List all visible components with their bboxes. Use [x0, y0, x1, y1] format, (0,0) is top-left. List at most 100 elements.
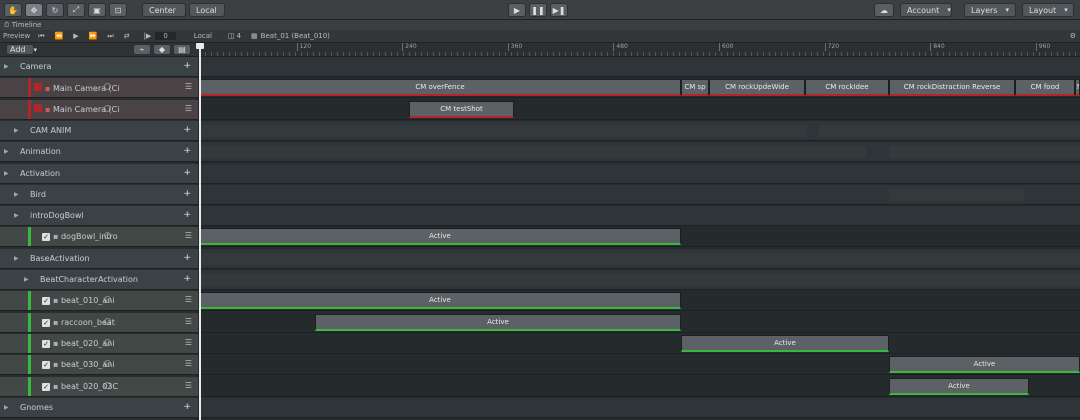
track-group-row[interactable]: ▶ + Bird — [0, 184, 198, 205]
playhead[interactable] — [196, 43, 204, 420]
add-subtrack-button[interactable]: + — [183, 210, 191, 220]
track-row[interactable]: ☰ ✓ ▪ beat_020_03C — [0, 376, 198, 397]
pause-button[interactable]: ❚❚ — [529, 3, 547, 17]
add-subtrack-button[interactable]: + — [183, 146, 191, 156]
add-subtrack-button[interactable]: + — [183, 274, 191, 284]
add-subtrack-button[interactable]: + — [183, 189, 191, 199]
track-row[interactable]: ☰ ✓ ▪ beat_020_ani — [0, 333, 198, 354]
track-enable-checkbox[interactable] — [34, 82, 42, 91]
expand-arrow-icon[interactable]: ▶ — [14, 191, 19, 198]
track-menu-icon[interactable]: ☰ — [185, 381, 192, 390]
expand-arrow-icon[interactable]: ▶ — [14, 255, 19, 262]
add-subtrack-button[interactable]: + — [183, 253, 191, 263]
track-lane[interactable] — [199, 100, 1080, 120]
track-row[interactable]: ☰ ✓ ▪ dogBowl_intro — [0, 227, 198, 248]
loop-icon[interactable]: ⇄ — [124, 32, 130, 40]
activation-clip[interactable]: Active — [889, 377, 1029, 395]
local-toggle[interactable]: Local — [194, 32, 212, 40]
prev-frame-icon[interactable]: ⏪ — [55, 32, 64, 40]
track-lane[interactable] — [199, 206, 1080, 227]
track-row[interactable]: ☰ ▪ Main Camera (Ci — [0, 99, 198, 120]
track-lane[interactable] — [199, 163, 1080, 184]
expand-arrow-icon[interactable]: ▶ — [4, 404, 9, 411]
scale-tool-button[interactable]: ⤢ — [67, 3, 85, 17]
add-track-button[interactable]: Add — [6, 44, 34, 55]
expand-arrow-icon[interactable]: ▶ — [14, 127, 19, 134]
track-enable-checkbox[interactable]: ✓ — [42, 297, 50, 306]
space-toggle[interactable]: Local — [189, 3, 225, 17]
gear-icon[interactable]: ⚙ — [1070, 32, 1076, 40]
lock-button[interactable]: ▤ — [173, 44, 191, 55]
track-group-row[interactable]: ▶ + Camera — [0, 57, 198, 77]
account-dropdown[interactable]: Account — [900, 3, 952, 17]
add-subtrack-button[interactable]: + — [183, 168, 191, 178]
track-group-row[interactable]: ▶ + introDogBowl — [0, 206, 198, 227]
activation-clip[interactable]: Active — [315, 313, 681, 331]
rotate-tool-button[interactable]: ↻ — [46, 3, 64, 17]
track-row[interactable]: ☰ ✓ ▪ raccoon_beat — [0, 312, 198, 333]
pivot-toggle[interactable]: Center — [142, 3, 186, 17]
expand-arrow-icon[interactable]: ▶ — [24, 276, 29, 283]
activation-clip[interactable]: Active — [889, 356, 1080, 374]
expand-arrow-icon[interactable]: ▶ — [4, 170, 9, 177]
layers-dropdown[interactable]: Layers — [964, 3, 1016, 17]
add-subtrack-button[interactable]: + — [183, 61, 191, 71]
next-frame-icon[interactable]: ⏩ — [89, 32, 98, 40]
camera-shot-clip[interactable]: CM rockUpdeWide — [709, 79, 805, 97]
track-row[interactable]: ☰ ✓ ▪ beat_010_ani — [0, 291, 198, 312]
step-button[interactable]: ▶❚ — [550, 3, 568, 17]
track-menu-icon[interactable]: ☰ — [185, 231, 192, 240]
activation-clip[interactable]: Active — [199, 292, 681, 310]
hand-tool-button[interactable]: ✋ — [4, 3, 22, 17]
activation-clip[interactable]: Active — [681, 334, 889, 352]
layout-dropdown[interactable]: Layout — [1022, 3, 1074, 17]
camera-shot-clip[interactable]: CM sp — [681, 79, 709, 97]
expand-arrow-icon[interactable]: ▶ — [4, 148, 9, 155]
camera-shot-clip[interactable]: CM overFence — [199, 79, 681, 97]
track-row[interactable]: ☰ ✓ ▪ beat_030_ani — [0, 355, 198, 376]
time-ruler[interactable]: 120 240 360 480 600 720 840 960 — [199, 43, 1080, 57]
activation-clip[interactable]: Active — [199, 228, 681, 246]
track-enable-checkbox[interactable]: ✓ — [42, 233, 50, 242]
goto-end-icon[interactable]: ⏭ — [107, 32, 113, 41]
play-timeline-icon[interactable]: ▶ — [73, 32, 78, 40]
preview-button[interactable]: Preview — [3, 32, 30, 40]
camera-shot-clip[interactable]: CM food — [1015, 79, 1075, 97]
track-group-row[interactable]: ▶ + Gnomes — [0, 397, 198, 418]
camera-shot-clip[interactable]: CM testShot — [409, 100, 514, 118]
collab-button[interactable]: ☁ — [874, 3, 894, 17]
markers-button[interactable]: ◆ — [153, 44, 171, 55]
track-lane[interactable] — [199, 397, 1080, 418]
camera-shot-clip[interactable]: CM rockIdee — [805, 79, 889, 97]
expand-arrow-icon[interactable]: ▶ — [4, 63, 9, 70]
frame-field[interactable]: 0 — [155, 32, 176, 40]
track-menu-icon[interactable]: ☰ — [185, 317, 192, 326]
track-enable-checkbox[interactable]: ✓ — [42, 318, 50, 327]
add-subtrack-button[interactable]: + — [183, 125, 191, 135]
track-enable-checkbox[interactable]: ✓ — [42, 382, 50, 391]
track-enable-checkbox[interactable] — [34, 104, 42, 113]
camera-shot-clip[interactable]: CM — [1075, 79, 1080, 97]
track-menu-icon[interactable]: ☰ — [185, 359, 192, 368]
add-subtrack-button[interactable]: + — [183, 402, 191, 412]
goto-start-icon[interactable]: ⏮ — [38, 32, 44, 41]
track-lane[interactable] — [199, 334, 1080, 354]
track-menu-icon[interactable]: ☰ — [185, 82, 192, 91]
play-button[interactable]: ▶ — [508, 3, 526, 17]
track-row[interactable]: ☰ ▪ Main Camera (Ci — [0, 78, 198, 99]
clip-area[interactable]: CM overFence CM sp CM rockUpdeWide CM rockI… — [199, 57, 1080, 420]
expand-arrow-icon[interactable]: ▶ — [14, 212, 19, 219]
curve-view-button[interactable]: ⌁ — [133, 44, 151, 55]
track-group-row[interactable]: ▶ + BaseActivation — [0, 248, 198, 269]
timeline-window-tab[interactable]: ⏱ Timeline — [0, 20, 1080, 30]
track-lane[interactable] — [199, 57, 1080, 77]
track-group-row[interactable]: ▶ + Activation — [0, 163, 198, 184]
track-group-row[interactable]: ▶ + CAM ANIM — [0, 120, 198, 141]
track-group-row[interactable]: ▶ + BeatCharacterActivations — [0, 270, 198, 290]
track-enable-checkbox[interactable]: ✓ — [42, 361, 50, 370]
camera-shot-clip[interactable]: CM rockDistraction Reverse — [889, 79, 1015, 97]
track-group-row[interactable]: ▶ + Animation — [0, 142, 198, 163]
track-menu-icon[interactable]: ☰ — [185, 295, 192, 304]
track-menu-icon[interactable]: ☰ — [185, 338, 192, 347]
track-menu-icon[interactable]: ☰ — [185, 104, 192, 113]
